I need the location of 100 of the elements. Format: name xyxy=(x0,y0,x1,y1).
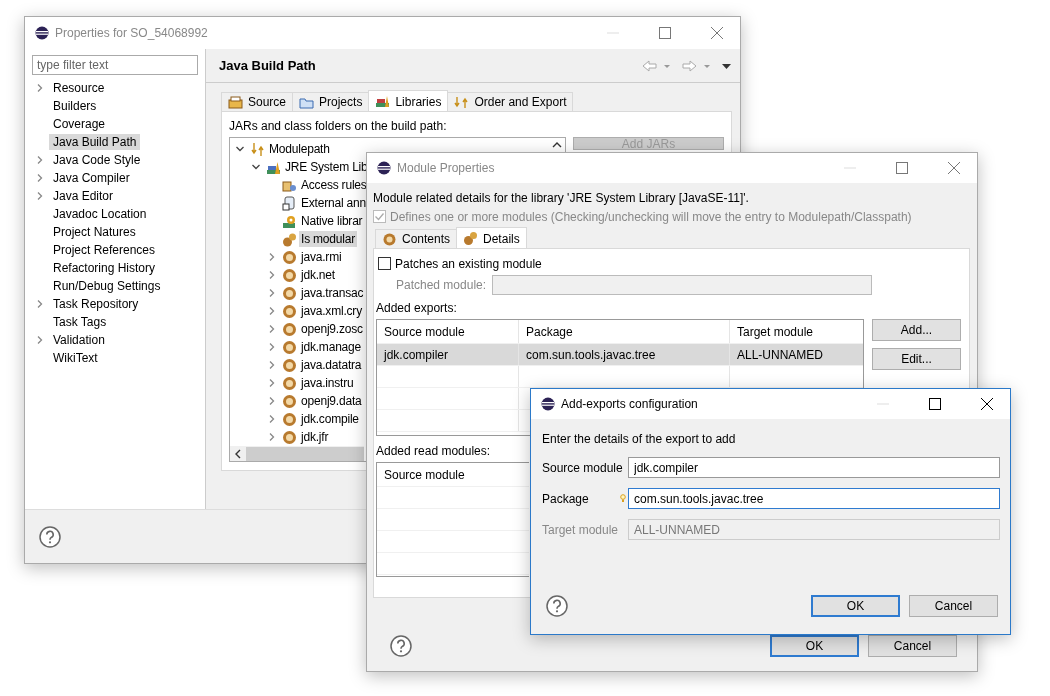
column-header[interactable]: Package xyxy=(519,320,730,343)
tab[interactable]: Source xyxy=(221,92,294,112)
side-button[interactable]: Edit... xyxy=(872,348,961,370)
tree-item[interactable]: Native librar xyxy=(299,213,365,229)
nav-item[interactable]: Builders xyxy=(49,98,101,114)
history-arrows-icon[interactable] xyxy=(642,58,732,73)
arrows-icon xyxy=(250,141,265,157)
field-label: Target module xyxy=(542,522,619,537)
instruction-text: Enter the details of the export to add xyxy=(542,432,737,446)
help-icon[interactable] xyxy=(390,635,412,657)
nav-item[interactable]: Validation xyxy=(49,332,109,348)
tab[interactable]: Order and Export xyxy=(447,92,574,112)
tree-item[interactable]: Is modular xyxy=(299,231,358,247)
tree-item[interactable]: java.datatra xyxy=(299,357,364,373)
tab[interactable]: Projects xyxy=(292,92,370,112)
ok-button[interactable]: OK xyxy=(811,595,900,617)
help-icon[interactable] xyxy=(39,525,61,548)
column-header[interactable]: Source module xyxy=(377,463,529,486)
nav-item[interactable]: Java Compiler xyxy=(49,170,134,186)
cancel-button[interactable]: Cancel xyxy=(868,635,957,657)
table-cell: com.sun.tools.javac.tree xyxy=(519,344,730,365)
scroll-up-icon[interactable] xyxy=(552,141,562,149)
eclipse-logo-icon xyxy=(35,26,49,40)
column-header[interactable]: Source module xyxy=(377,320,519,343)
nav-item[interactable]: Project References xyxy=(49,242,160,258)
field-label: Source module xyxy=(542,460,623,475)
tree-item[interactable]: java.rmi xyxy=(299,249,344,265)
patched-module-field[interactable] xyxy=(492,275,873,295)
nav-item[interactable]: Task Repository xyxy=(49,296,143,312)
nav-item[interactable]: Coverage xyxy=(49,116,110,132)
tree-item[interactable]: jdk.net xyxy=(299,267,337,283)
module-icon xyxy=(282,375,297,391)
books-icon xyxy=(266,159,281,175)
scroll-left-icon[interactable] xyxy=(234,448,242,459)
help-icon[interactable] xyxy=(546,595,568,617)
tree-item[interactable]: Access rules xyxy=(299,177,369,193)
tree-item[interactable]: openj9.zosc xyxy=(299,321,365,337)
ok-button[interactable]: OK xyxy=(770,635,859,657)
nav-item[interactable]: Java Code Style xyxy=(49,152,145,168)
field-label: Package xyxy=(542,491,589,506)
module-icon xyxy=(282,411,297,427)
nav-item[interactable]: WikiText xyxy=(49,350,102,366)
tree-item[interactable]: External ann xyxy=(299,195,368,211)
nav-item[interactable]: Java Build Path xyxy=(49,134,141,150)
tree-item[interactable]: java.transac xyxy=(299,285,366,301)
module-icon xyxy=(282,285,297,301)
package-icon xyxy=(228,94,243,110)
window-title: Module Properties xyxy=(397,161,496,175)
page-title: Java Build Path xyxy=(219,58,317,73)
jar-icon xyxy=(282,195,297,211)
tree-item[interactable]: Modulepath xyxy=(267,141,332,157)
tree-item[interactable]: java.instru xyxy=(299,375,356,391)
module-icon xyxy=(282,267,297,283)
nav-item[interactable]: Java Editor xyxy=(49,188,118,204)
tab[interactable]: Libraries xyxy=(368,90,449,112)
module-gear-icon xyxy=(282,231,297,247)
text-field[interactable]: com.sun.tools.javac.tree xyxy=(628,488,1000,509)
module-icon xyxy=(382,231,397,247)
nav-item[interactable]: Run/Debug Settings xyxy=(49,278,165,294)
nav-item[interactable]: Javadoc Location xyxy=(49,206,151,222)
eclipse-logo-icon xyxy=(541,397,555,411)
tab[interactable]: Contents xyxy=(375,229,458,249)
caption-text: JARs and class folders on the build path: xyxy=(229,119,448,133)
window-title: Properties for SO_54068992 xyxy=(55,26,209,40)
text-field[interactable]: jdk.compiler xyxy=(628,457,1000,478)
description-text: Module related details for the library 'JRE System Library [JavaSE-11]'. xyxy=(373,190,750,207)
filter-field[interactable]: type filter text xyxy=(32,55,198,75)
table-cell: jdk.compiler xyxy=(377,344,519,365)
arrows-icon xyxy=(454,94,470,110)
nav-item[interactable]: Task Tags xyxy=(49,314,111,330)
eclipse-logo-icon xyxy=(377,161,391,175)
window-title: Add-exports configuration xyxy=(561,397,699,411)
checkbox-label: Defines one or more modules (Checking/unchecking will move the entry to Modulepath/Classpath) xyxy=(390,209,912,224)
nav-item[interactable]: Project Natures xyxy=(49,224,140,240)
tree-item[interactable]: java.xml.cry xyxy=(299,303,364,319)
module-icon xyxy=(282,321,297,337)
column-header[interactable]: Target module xyxy=(730,320,863,343)
table-cell-text: ALL-UNNAMED xyxy=(736,346,824,364)
section-label: Added read modules: xyxy=(376,444,492,458)
module-icon xyxy=(282,339,297,355)
side-button[interactable]: Add... xyxy=(872,319,961,341)
tab[interactable]: Details xyxy=(456,227,527,249)
module-icon xyxy=(282,357,297,373)
tree-item[interactable]: jdk.compile xyxy=(299,411,361,427)
module-icon xyxy=(282,393,297,409)
module-icon xyxy=(282,429,297,445)
module-icon xyxy=(282,303,297,319)
tree-item[interactable]: jdk.manage xyxy=(299,339,364,355)
cancel-button[interactable]: Cancel xyxy=(909,595,998,617)
lightbulb-icon xyxy=(620,493,626,503)
module-gear-icon xyxy=(463,231,479,246)
nav-item[interactable]: Refactoring History xyxy=(49,260,160,276)
field-label: Patched module: xyxy=(396,278,487,292)
horizontal-scrollbar[interactable] xyxy=(230,446,364,461)
section-label: Added exports: xyxy=(376,301,458,315)
nav-item[interactable]: Resource xyxy=(49,80,109,96)
tree-item[interactable]: openj9.data xyxy=(299,393,364,409)
checkbox[interactable] xyxy=(378,257,391,270)
tree-item[interactable]: jdk.jfr xyxy=(299,429,331,445)
module-icon xyxy=(282,249,297,265)
